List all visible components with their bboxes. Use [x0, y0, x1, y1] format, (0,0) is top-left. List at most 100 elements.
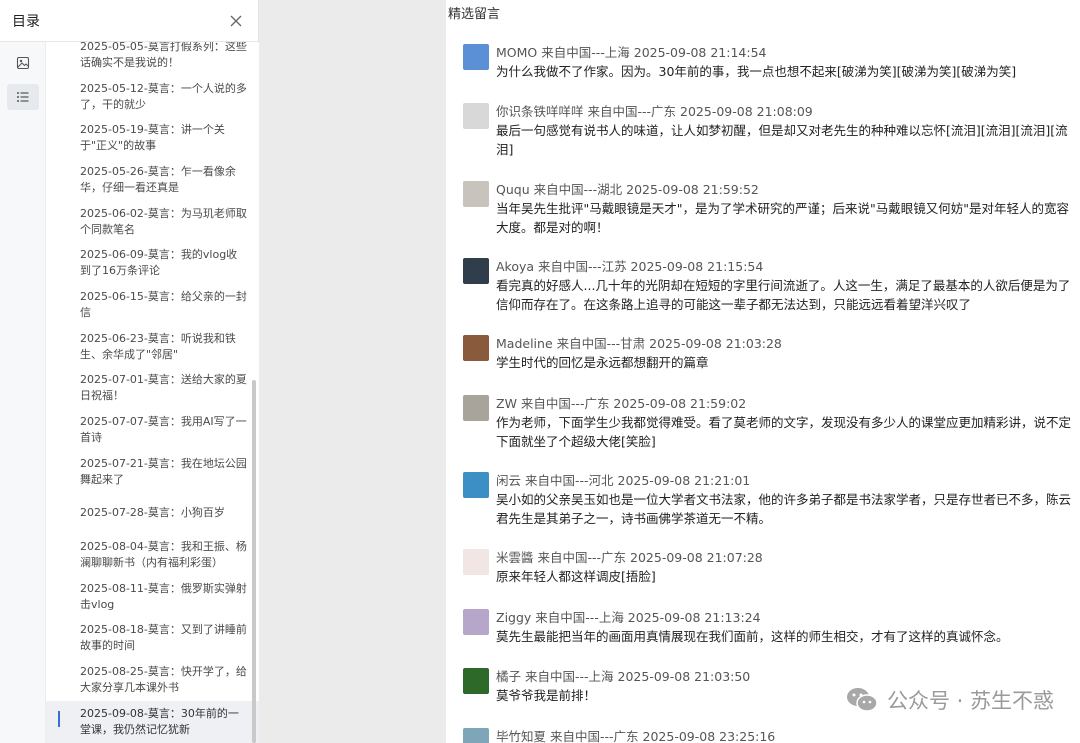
comment-meta: 来自中国---上海 2025-09-08 21:03:50 [525, 669, 751, 684]
comments-panel: 精选留言 MOMO 来自中国---上海 2025-09-08 21:14:54 为… [446, 0, 1080, 743]
sidebar-title: 目录 [12, 13, 40, 30]
comment-text: 为什么我做不了作家。因为。30年前的事，我一点也想不起来[破涕为笑][破涕为笑]… [496, 64, 1017, 79]
toc-item[interactable]: 2025-07-21-莫言：我在地坛公园舞起来了 [46, 451, 259, 493]
toc-item[interactable]: 2025-06-09-莫言：我的vlog收到了16万条评论 [46, 242, 259, 284]
toc-item[interactable]: 2025-07-28-莫言：小狗百岁 [46, 493, 259, 535]
comment-text: 原来年轻人都这样调皮[捂脸] [496, 569, 656, 584]
avatar[interactable] [463, 335, 489, 361]
comment-author[interactable]: Ziggy [496, 610, 531, 625]
toc-item-label: 2025-07-01-莫言：送给大家的夏日祝福！ [80, 373, 247, 403]
toc-item[interactable]: 2025-05-05-莫言打假系列：这些话确实不是我说的！ [46, 42, 259, 76]
avatar[interactable] [463, 549, 489, 575]
toc-item-label: 2025-05-26-莫言：乍一看像余华，仔细一看还真是 [80, 164, 236, 194]
comment-author[interactable]: 闲云 [496, 473, 521, 488]
sidebar-icon-rail [0, 42, 46, 743]
toc-item-label: 2025-06-23-莫言：听说我和铁生、余华成了"邻居" [80, 331, 236, 361]
comment-header: ZW 来自中国---广东 2025-09-08 21:59:02 [496, 393, 746, 412]
comment-text: 最后一句感觉有说书人的味道，让人如梦初醒，但是却又对老先生的种种难以忘怀[流泪]… [496, 123, 1068, 157]
toc-item[interactable]: 2025-09-08-莫言：30年前的一堂课，我仍然记忆犹新 [46, 701, 259, 743]
comment-meta: 来自中国---甘肃 2025-09-08 21:03:28 [556, 336, 782, 351]
avatar[interactable] [463, 472, 489, 498]
watermark: 公众号 · 苏生不惑 [845, 683, 1054, 717]
toc-item-label: 2025-05-05-莫言打假系列：这些话确实不是我说的！ [80, 42, 247, 69]
comment-author[interactable]: MOMO [496, 45, 537, 60]
list-icon [17, 92, 29, 102]
comment-header: Madeline 来自中国---甘肃 2025-09-08 21:03:28 [496, 333, 782, 352]
toc-item[interactable]: 2025-08-25-莫言：快开学了，给大家分享几本课外书 [46, 659, 259, 701]
toc-item-label: 2025-07-21-莫言：我在地坛公园舞起来了 [80, 456, 247, 486]
avatar[interactable] [463, 44, 489, 70]
toc-item[interactable]: 2025-06-23-莫言：听说我和铁生、余华成了"邻居" [46, 326, 259, 368]
toc-item-label: 2025-07-07-莫言：我用AI写了一首诗 [80, 415, 247, 445]
wechat-icon [846, 688, 878, 712]
image-icon [16, 56, 30, 70]
comment-author[interactable]: 你识条铁咩咩咩 [496, 104, 584, 119]
toc-item[interactable]: 2025-05-19-莫言：讲一个关于"正义"的故事 [46, 117, 259, 159]
comment-author[interactable]: 米雲醬 [496, 550, 534, 565]
comment-meta: 来自中国---江苏 2025-09-08 21:15:54 [538, 259, 764, 274]
toc-item[interactable]: 2025-06-02-莫言：为马玑老师取个同款笔名 [46, 201, 259, 243]
toc-item[interactable]: 2025-08-04-莫言：我和王振、杨澜聊聊新书（内有福利彩蛋） [46, 534, 259, 576]
list-view-button[interactable] [7, 84, 39, 110]
comment-header: 你识条铁咩咩咩 来自中国---广东 2025-09-08 21:08:09 [496, 101, 813, 120]
comment-author[interactable]: 橘子 [496, 669, 521, 684]
watermark-text: 公众号 · 苏生不惑 [886, 689, 1054, 713]
comment-text: 看完真的好感人...几十年的光阴却在短短的字里行间流逝了。人这一生，满足了最基本… [496, 278, 1071, 312]
comment-header: 闲云 来自中国---河北 2025-09-08 21:21:01 [496, 470, 750, 489]
comment-author[interactable]: ZW [496, 396, 517, 411]
comment-author[interactable]: Akoya [496, 259, 534, 274]
avatar[interactable] [463, 103, 489, 129]
comment-author[interactable]: Madeline [496, 336, 553, 351]
comment-header: 米雲醬 来自中国---广东 2025-09-08 21:07:28 [496, 547, 763, 566]
toc-scrollbar[interactable] [252, 380, 256, 743]
toc-item[interactable]: 2025-08-18-莫言：又到了讲睡前故事的时间 [46, 618, 259, 660]
toc-item[interactable]: 2025-08-11-莫言：俄罗斯实弹射击vlog [46, 576, 259, 618]
comment-meta: 来自中国---上海 2025-09-08 21:13:24 [535, 610, 761, 625]
comment-text: 当年吴先生批评"马戴眼镜是天才"，是为了学术研究的严谨；后来说"马戴眼镜又何妨"… [496, 201, 1070, 235]
toc-item-label: 2025-07-28-莫言：小狗百岁 [80, 506, 225, 520]
toc-item-label: 2025-08-18-莫言：又到了讲睡前故事的时间 [80, 623, 247, 653]
toc-item-label: 2025-08-25-莫言：快开学了，给大家分享几本课外书 [80, 665, 247, 695]
image-view-button[interactable] [7, 50, 39, 76]
app-window: 目录 2025-05-05-莫言打假系列：这些话确实不是我说的！ 2025-05… [0, 0, 1080, 743]
toc-item-label: 2025-06-15-莫言：给父亲的一封信 [80, 289, 247, 319]
close-icon[interactable] [228, 13, 244, 29]
toc-item-label: 2025-06-09-莫言：我的vlog收到了16万条评论 [80, 248, 238, 278]
toc-item[interactable]: 2025-05-26-莫言：乍一看像余华，仔细一看还真是 [46, 159, 259, 201]
avatar[interactable] [463, 609, 489, 635]
comment-meta: 来自中国---广东 2025-09-08 21:08:09 [587, 104, 813, 119]
comment-header: 毕竹知夏 来自中国---广东 2025-09-08 23:25:16 [496, 726, 775, 743]
comment-author[interactable]: 毕竹知夏 [496, 729, 546, 743]
toc-item[interactable]: 2025-07-01-莫言：送给大家的夏日祝福！ [46, 368, 259, 410]
comment-author[interactable]: Ququ [496, 182, 530, 197]
toc-list: 2025-05-05-莫言打假系列：这些话确实不是我说的！ 2025-05-12-… [46, 42, 259, 743]
comment-header: Akoya 来自中国---江苏 2025-09-08 21:15:54 [496, 256, 763, 275]
avatar[interactable] [463, 258, 489, 284]
toc-item[interactable]: 2025-06-15-莫言：给父亲的一封信 [46, 284, 259, 326]
comment-meta: 来自中国---广东 2025-09-08 23:25:16 [550, 729, 776, 743]
comment-meta: 来自中国---上海 2025-09-08 21:14:54 [541, 45, 767, 60]
sidebar-header: 目录 [0, 0, 258, 42]
comment-text: 学生时代的回忆是永远都想翻开的篇章 [496, 355, 709, 370]
toc-item[interactable]: 2025-05-12-莫言：一个人说的多了，干的就少 [46, 76, 259, 118]
avatar[interactable] [463, 668, 489, 694]
section-title: 精选留言 [448, 7, 501, 22]
toc-item-label: 2025-05-12-莫言：一个人说的多了，干的就少 [80, 81, 247, 111]
comment-text: 作为老师，下面学生少我都觉得难受。看了莫老师的文字，发现没有多少人的课堂应更加精… [496, 415, 1072, 449]
toc-item[interactable]: 2025-07-07-莫言：我用AI写了一首诗 [46, 409, 259, 451]
toc-item-label: 2025-08-11-莫言：俄罗斯实弹射击vlog [80, 581, 247, 611]
avatar[interactable] [463, 395, 489, 421]
comment-meta: 来自中国---广东 2025-09-08 21:59:02 [520, 396, 747, 411]
comment-header: 橘子 来自中国---上海 2025-09-08 21:03:50 [496, 666, 750, 685]
avatar[interactable] [463, 181, 489, 207]
page-gap [259, 0, 446, 743]
comment-header: Ziggy 来自中国---上海 2025-09-08 21:13:24 [496, 607, 761, 626]
comment-meta: 来自中国---广东 2025-09-08 21:07:28 [537, 550, 763, 565]
toc-item-label: 2025-06-02-莫言：为马玑老师取个同款笔名 [80, 206, 247, 236]
toc-item-label: 2025-05-19-莫言：讲一个关于"正义"的故事 [80, 123, 225, 153]
comment-text: 莫先生最能把当年的画面用真情展现在我们面前，这样的师生相交，才有了这样的真诚怀念… [496, 629, 1009, 644]
comment-meta: 来自中国---湖北 2025-09-08 21:59:52 [533, 182, 759, 197]
comment-header: MOMO 来自中国---上海 2025-09-08 21:14:54 [496, 42, 767, 61]
comment-header: Ququ 来自中国---湖北 2025-09-08 21:59:52 [496, 179, 759, 198]
avatar[interactable] [463, 728, 489, 743]
